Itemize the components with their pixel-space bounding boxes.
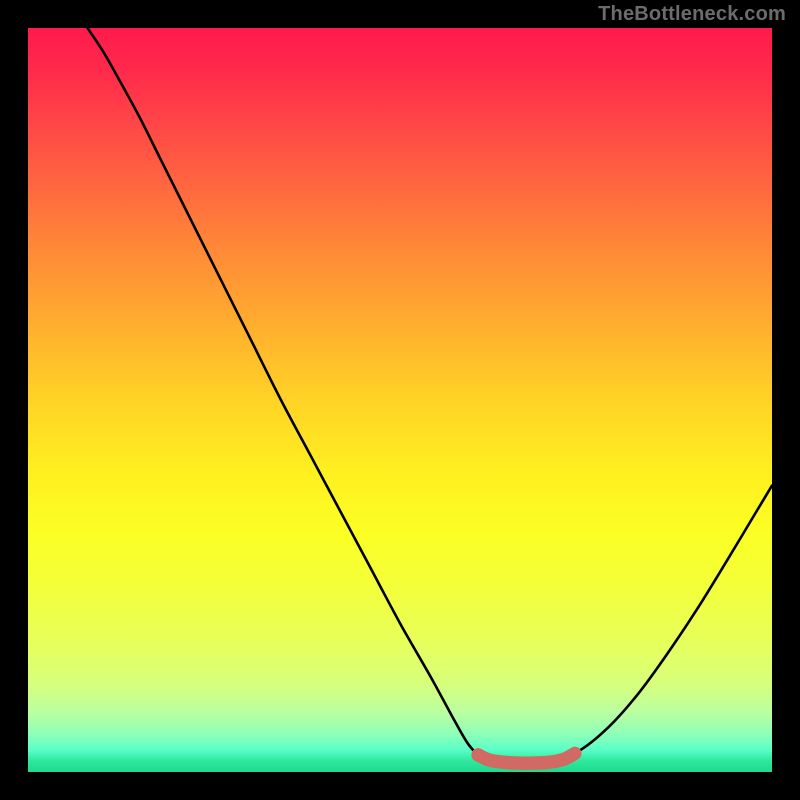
chart-frame: TheBottleneck.com xyxy=(0,0,800,800)
plot-area xyxy=(28,28,772,772)
sweet-spot-marker xyxy=(478,753,575,763)
watermark-text: TheBottleneck.com xyxy=(598,4,786,24)
bottleneck-curve xyxy=(88,28,772,763)
curve-group xyxy=(88,28,772,763)
chart-svg xyxy=(28,28,772,772)
sweet-spot-dot xyxy=(471,748,484,761)
